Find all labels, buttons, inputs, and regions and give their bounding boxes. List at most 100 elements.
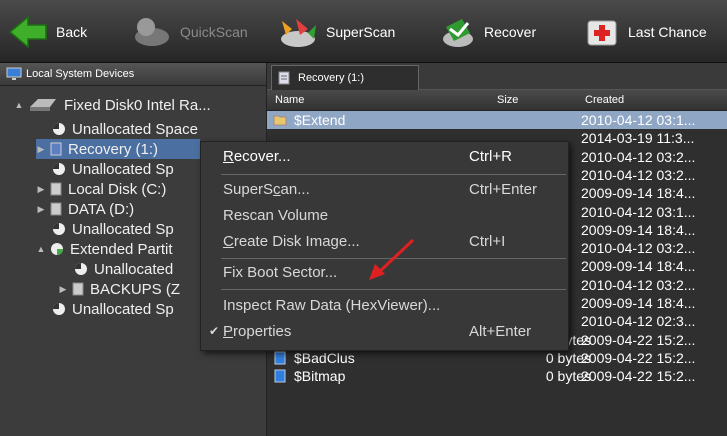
file-created: 2014-03-19 11:3... — [581, 130, 695, 147]
tree-item-label: Extended Partit — [70, 240, 173, 258]
expand-icon[interactable]: ▶ — [36, 184, 46, 195]
tree-item-label: BACKUPS (Z — [90, 280, 181, 298]
back-label: Back — [56, 24, 88, 40]
expand-icon[interactable]: ▶ — [36, 204, 46, 215]
expand-icon[interactable]: ▶ — [58, 284, 68, 295]
menu-superscan[interactable]: SuperScan... Ctrl+Enter — [201, 179, 568, 201]
tree-item-label: Fixed Disk0 Intel Ra... — [64, 96, 211, 114]
folder-icon — [273, 115, 287, 126]
file-created: 2010-04-12 03:2... — [581, 148, 696, 165]
pie-icon — [75, 263, 87, 275]
menu-fix-boot-label: Fix Boot Sector... — [223, 264, 338, 281]
file-created: 2009-04-22 15:2... — [581, 368, 696, 385]
menu-recover[interactable]: Recover... Ctrl+R — [201, 146, 568, 168]
file-created: 2009-09-14 18:4... — [581, 295, 696, 311]
file-created: 2009-04-22 15:2... — [581, 331, 696, 348]
tree-item-recovery[interactable]: ▶ Recovery (1:) — [36, 139, 200, 159]
tree-item-extended-partition[interactable]: ▲ Extended Partit — [36, 239, 173, 259]
tree-item-label: Unallocated Sp — [72, 300, 174, 318]
last-chance-button[interactable]: Last Chance — [584, 10, 707, 54]
volume-icon — [50, 142, 62, 156]
file-created: 2009-04-22 15:2... — [581, 349, 696, 366]
checkmark-icon: ✔ — [209, 324, 220, 338]
superscan-label: SuperScan — [326, 24, 396, 40]
tree-item-label: Unallocated Sp — [72, 220, 174, 238]
partition-icon — [51, 243, 63, 255]
menu-superscan-shortcut: Ctrl+Enter — [469, 181, 537, 198]
file-icon — [274, 351, 286, 365]
last-chance-label: Last Chance — [628, 24, 707, 40]
expand-icon[interactable]: ▶ — [36, 144, 46, 155]
quickscan-button[interactable]: QuickScan — [132, 10, 248, 54]
file-created: 2010-04-12 03:1... — [581, 112, 696, 128]
tree-item-unallocated-3[interactable]: Unallocated Sp — [52, 219, 174, 239]
tree-item-unallocated-4[interactable]: Unallocated — [74, 259, 173, 279]
file-created: 2010-04-12 03:2... — [581, 276, 696, 293]
table-row[interactable]: $BadClus 0 bytes 2009-04-22 15:2... — [267, 349, 727, 367]
tree-item-backups-z[interactable]: ▶ BACKUPS (Z — [58, 279, 180, 299]
menu-create-image-label: Create Disk Image... — [223, 233, 360, 250]
recover-label: Recover — [484, 24, 537, 40]
collapse-icon[interactable]: ▲ — [36, 244, 46, 254]
annotation-arrow-icon — [369, 238, 415, 280]
tree-item-fixed-disk0[interactable]: ▲ Fixed Disk0 Intel Ra... — [14, 95, 211, 115]
file-name-text: $Bitmap — [294, 368, 346, 385]
tree-item-label: DATA (D:) — [68, 200, 135, 218]
table-row[interactable]: $Extend 2010-04-12 03:1... — [267, 111, 727, 129]
superscan-icon — [281, 19, 316, 47]
pie-icon — [53, 163, 65, 175]
file-name: $Bitmap — [273, 368, 345, 384]
menu-recover-label: Recover... — [223, 148, 291, 165]
file-created: 2010-04-12 03:2... — [581, 166, 696, 183]
pie-icon — [53, 303, 65, 315]
file-name: $Extend — [273, 112, 345, 128]
menu-separator — [221, 289, 566, 290]
tree-item-label: Recovery (1:) — [68, 140, 159, 158]
volume-icon — [50, 182, 62, 196]
column-header: Name Size Created — [267, 90, 727, 111]
tree-item-unallocated-1[interactable]: Unallocated Space — [52, 119, 198, 139]
file-name-text: $Extend — [294, 112, 346, 128]
column-name[interactable]: Name — [275, 94, 304, 106]
tab-strip: Recovery (1:) — [267, 63, 727, 90]
menu-rescan-volume[interactable]: Rescan Volume — [201, 205, 568, 227]
collapse-icon[interactable]: ▲ — [14, 100, 24, 110]
tree-item-label: Unallocated Space — [72, 120, 198, 138]
tree-item-label: Unallocated — [94, 260, 174, 278]
tree-item-local-disk-c[interactable]: ▶ Local Disk (C:) — [36, 179, 167, 199]
volume-icon — [50, 202, 62, 216]
file-created: 2010-04-12 03:2... — [581, 240, 696, 257]
tree-item-unallocated-5[interactable]: Unallocated Sp — [52, 299, 174, 319]
superscan-button[interactable]: SuperScan — [278, 10, 395, 54]
column-created[interactable]: Created — [585, 94, 624, 106]
file-created: 2010-04-12 02:3... — [581, 313, 696, 330]
file-created: 2009-09-14 18:4... — [581, 185, 696, 202]
file-created: 2010-04-12 03:1... — [581, 203, 696, 220]
document-icon — [278, 71, 290, 85]
back-button[interactable]: Back — [8, 10, 87, 54]
column-size[interactable]: Size — [497, 94, 518, 106]
tab-recovery[interactable]: Recovery (1:) — [271, 65, 419, 90]
table-row[interactable]: $Bitmap 0 bytes 2009-04-22 15:2... — [267, 367, 727, 385]
file-name-text: $BadClus — [294, 349, 355, 366]
menu-recover-shortcut: Ctrl+R — [469, 148, 512, 165]
menu-properties-label: Properties — [223, 323, 292, 340]
menu-inspect-raw-data[interactable]: Inspect Raw Data (HexViewer)... — [201, 295, 568, 317]
file-created: 2009-09-14 18:4... — [581, 258, 696, 275]
tree-item-unallocated-2[interactable]: Unallocated Sp — [52, 159, 174, 179]
menu-inspect-label: Inspect Raw Data (HexViewer)... — [223, 297, 441, 314]
quickscan-icon — [135, 18, 169, 46]
recover-button[interactable]: Recover — [440, 10, 536, 54]
pie-icon — [53, 223, 65, 235]
tree-item-label: Local Disk (C:) — [68, 180, 167, 198]
file-created: 2009-09-14 18:4... — [581, 221, 696, 238]
menu-superscan-label: SuperScan... — [223, 181, 310, 198]
monitor-icon — [6, 67, 22, 80]
devices-panel-header: Local System Devices — [0, 63, 266, 86]
file-name: $BadClus — [273, 350, 355, 366]
tab-label: Recovery (1:) — [298, 72, 365, 84]
back-arrow-icon — [8, 15, 47, 49]
toolbar: Back QuickScan SuperScan Recover Last Ch… — [0, 0, 727, 63]
tree-item-data-d[interactable]: ▶ DATA (D:) — [36, 199, 135, 219]
menu-properties[interactable]: ✔ Properties Alt+Enter — [201, 321, 568, 343]
